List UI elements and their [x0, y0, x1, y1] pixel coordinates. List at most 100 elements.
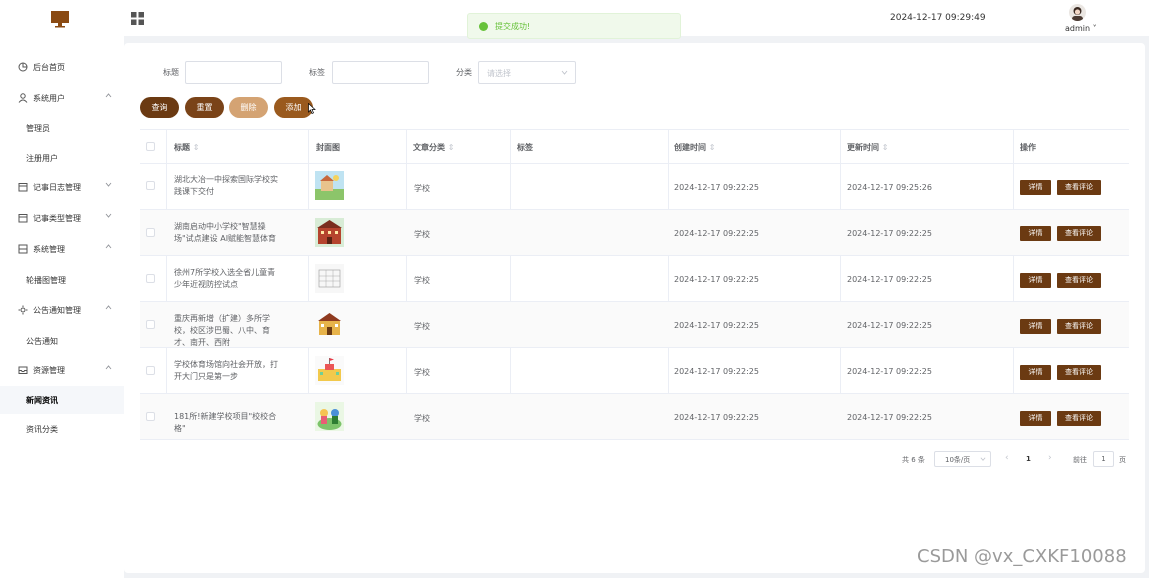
detail-button[interactable]: 详情 — [1020, 226, 1051, 241]
row-updated: 2024-12-17 09:22:25 — [847, 367, 932, 376]
col-header-updated[interactable]: 更新时间 ⇕ — [847, 142, 889, 153]
next-page-icon[interactable]: › — [1048, 453, 1052, 463]
category-select[interactable]: 请选择 — [478, 61, 576, 84]
sidebar-item-label: 系统管理 — [33, 245, 65, 254]
sidebar-item-home[interactable]: 后台首页 — [0, 53, 124, 81]
table-row: 湖南启动中小学校"智慧操场"试点建设 AI赋能智慧体育 学校 2024-12-1… — [140, 210, 1129, 256]
row-updated: 2024-12-17 09:22:25 — [847, 275, 932, 284]
sidebar-item-label: 系统用户 — [33, 94, 65, 103]
view-comments-button[interactable]: 查看评论 — [1057, 180, 1101, 195]
row-checkbox[interactable] — [146, 181, 155, 190]
detail-button[interactable]: 详情 — [1020, 273, 1051, 288]
row-updated: 2024-12-17 09:22:25 — [847, 413, 932, 422]
sidebar-item-news[interactable]: 新闻资讯 — [0, 386, 124, 414]
col-header-created[interactable]: 创建时间 ⇕ — [674, 142, 716, 153]
row-checkbox[interactable] — [146, 228, 155, 237]
category-filter-label: 分类 — [456, 68, 472, 77]
avatar[interactable] — [1069, 4, 1086, 21]
row-checkbox[interactable] — [146, 366, 155, 375]
school-building-thumbnail[interactable] — [315, 218, 344, 247]
sidebar-item-resources[interactable]: 资源管理 — [0, 356, 124, 384]
view-comments-button[interactable]: 查看评论 — [1057, 273, 1101, 288]
header-datetime: 2024-12-17 09:29:49 — [890, 13, 986, 23]
row-created: 2024-12-17 09:22:25 — [674, 183, 759, 192]
tag-filter-input[interactable] — [332, 61, 429, 84]
sidebar-item-system-users[interactable]: 系统用户 — [0, 84, 124, 112]
row-category: 学校 — [414, 322, 430, 331]
table-row: 重庆再新增（扩建）多所学校，校区涉巴蜀、八中、育才、南开、西附 学校 2024-… — [140, 302, 1129, 348]
reset-button[interactable]: 重置 — [185, 97, 224, 118]
monitor-logo-icon — [51, 11, 69, 28]
col-header-title[interactable]: 标题 ⇕ — [174, 142, 200, 153]
row-created: 2024-12-17 09:22:25 — [674, 367, 759, 376]
chevron-down-icon — [105, 213, 112, 218]
query-button[interactable]: 查询 — [140, 97, 179, 118]
calendar-icon — [18, 214, 28, 223]
sidebar-item-label: 后台首页 — [33, 63, 65, 72]
row-title: 湖南启动中小学校"智慧操场"试点建设 AI赋能智慧体育 — [174, 222, 277, 243]
success-toast: 提交成功! — [467, 13, 681, 39]
sidebar-item-label: 记事类型管理 — [33, 214, 81, 223]
row-title: 重庆再新增（扩建）多所学校，校区涉巴蜀、八中、育才、南开、西附 — [174, 314, 270, 347]
sidebar-item-system-manage[interactable]: 系统管理 — [0, 235, 124, 263]
row-checkbox[interactable] — [146, 412, 155, 421]
view-comments-button[interactable]: 查看评论 — [1057, 411, 1101, 426]
row-created: 2024-12-17 09:22:25 — [674, 229, 759, 238]
detail-button[interactable]: 详情 — [1020, 180, 1051, 195]
detail-button[interactable]: 详情 — [1020, 365, 1051, 380]
kids-thumbnail[interactable] — [315, 402, 344, 431]
chevron-down-icon — [980, 457, 986, 461]
page-size-select[interactable]: 10条/页 — [934, 451, 991, 467]
col-header-category[interactable]: 文章分类 ⇕ — [413, 142, 455, 153]
school-flag-thumbnail[interactable] — [315, 356, 344, 385]
sun-icon — [18, 305, 28, 315]
sidebar-item-label: 记事日志管理 — [33, 183, 81, 192]
view-comments-button[interactable]: 查看评论 — [1057, 365, 1101, 380]
row-updated: 2024-12-17 09:22:25 — [847, 321, 932, 330]
inbox-icon — [18, 366, 28, 374]
chevron-up-icon — [105, 244, 112, 249]
row-title: 181所!新建学校项目"校校合格" — [174, 412, 277, 433]
delete-button[interactable]: 删除 — [229, 97, 268, 118]
school-house-thumbnail[interactable] — [315, 310, 344, 339]
select-all-checkbox[interactable] — [146, 142, 155, 151]
sidebar-item-carousel[interactable]: 轮播图管理 — [0, 266, 124, 294]
row-created: 2024-12-17 09:22:25 — [674, 413, 759, 422]
goto-suffix: 页 — [1119, 456, 1126, 464]
sidebar-item-note-log[interactable]: 记事日志管理 — [0, 173, 124, 201]
row-checkbox[interactable] — [146, 274, 155, 283]
goto-page-input[interactable]: 1 — [1093, 451, 1114, 467]
landscape-thumbnail[interactable] — [315, 171, 344, 200]
sidebar-item-notice-manage[interactable]: 公告通知管理 — [0, 296, 124, 324]
col-header-tag: 标签 — [517, 143, 533, 152]
row-title: 湖北大冶一中探索国际学校实践课下交付 — [174, 175, 278, 196]
row-category: 学校 — [414, 230, 430, 239]
menu-grid-icon[interactable] — [131, 12, 144, 25]
sidebar-item-news-category[interactable]: 资讯分类 — [0, 415, 124, 443]
cabinet-icon — [18, 244, 28, 254]
sidebar-item-label: 公告通知 — [26, 337, 58, 346]
sidebar-item-label: 注册用户 — [26, 154, 58, 163]
detail-button[interactable]: 详情 — [1020, 319, 1051, 334]
row-checkbox[interactable] — [146, 320, 155, 329]
pie-chart-icon — [18, 62, 28, 72]
sidebar-item-registered-users[interactable]: 注册用户 — [0, 144, 124, 172]
avatar-icon — [1072, 7, 1083, 21]
view-comments-button[interactable]: 查看评论 — [1057, 319, 1101, 334]
sidebar-item-note-type[interactable]: 记事类型管理 — [0, 204, 124, 232]
sidebar-item-label: 资讯分类 — [26, 425, 58, 434]
title-filter-input[interactable] — [185, 61, 282, 84]
prev-page-icon[interactable]: ‹ — [1005, 453, 1009, 463]
page-number-current[interactable]: 1 — [1026, 455, 1031, 463]
category-select-placeholder: 请选择 — [487, 69, 511, 78]
sidebar-item-notices[interactable]: 公告通知 — [0, 327, 124, 355]
user-menu[interactable]: admin ˅ — [1065, 24, 1097, 33]
table-row: 181所!新建学校项目"校校合格" 学校 2024-12-17 09:22:25… — [140, 394, 1129, 440]
title-filter-label: 标题 — [163, 68, 179, 77]
sort-icon: ⇕ — [708, 143, 716, 152]
sidebar-item-admins[interactable]: 管理员 — [0, 114, 124, 142]
view-comments-button[interactable]: 查看评论 — [1057, 226, 1101, 241]
detail-button[interactable]: 详情 — [1020, 411, 1051, 426]
sketch-thumbnail[interactable] — [315, 264, 344, 293]
sidebar-item-label: 新闻资讯 — [26, 396, 58, 405]
